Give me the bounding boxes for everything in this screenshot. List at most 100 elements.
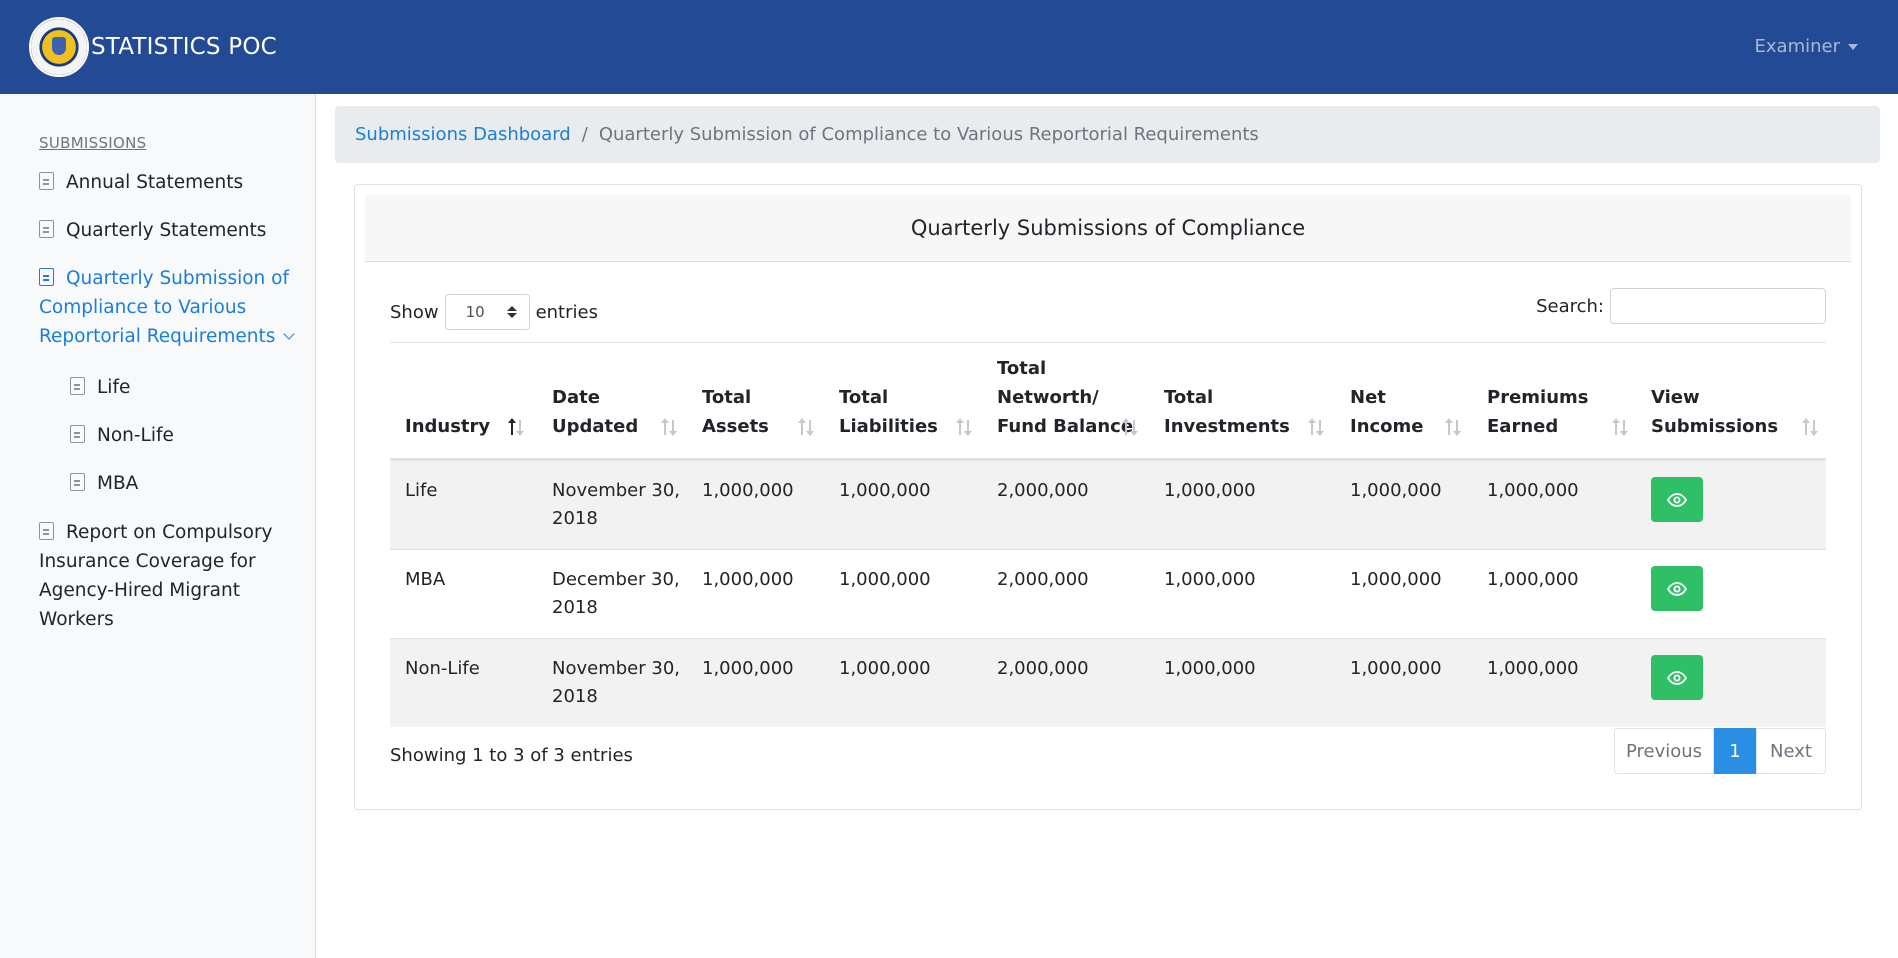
- column-header-line: Total: [702, 387, 752, 408]
- column-header-industry[interactable]: Industry: [405, 412, 490, 441]
- breadcrumb-separator: /: [581, 124, 588, 145]
- sidebar-item-non-life[interactable]: Non-Life: [70, 421, 174, 450]
- cell-investments: 1,000,000: [1164, 569, 1256, 590]
- column-header-line: Assets: [702, 416, 769, 437]
- top-navbar: STATISTICS POC Examiner: [0, 0, 1898, 94]
- user-menu-dropdown[interactable]: Examiner: [1755, 36, 1858, 57]
- column-header-date-updated[interactable]: Date Updated: [552, 383, 638, 441]
- table-search: Search:: [1536, 288, 1826, 324]
- cell-net-income: 1,000,000: [1350, 569, 1442, 590]
- submissions-table: Industry Date Updated Total Assets Total…: [390, 343, 1826, 727]
- cell-date-line: 2018: [552, 508, 598, 529]
- cell-date-updated: November 30, 2018: [552, 477, 680, 533]
- brand[interactable]: STATISTICS POC: [29, 17, 277, 77]
- table-info: Showing 1 to 3 of 3 entries: [390, 745, 633, 766]
- card-title: Quarterly Submissions of Compliance: [365, 195, 1851, 262]
- cell-premiums-earned: 1,000,000: [1487, 480, 1579, 501]
- sidebar-item-label-line2: Insurance Coverage for: [39, 551, 256, 572]
- agency-seal-logo: [29, 17, 89, 77]
- sidebar-item-mba[interactable]: MBA: [70, 469, 138, 498]
- cell-total-liabilities: 1,000,000: [839, 480, 931, 501]
- table-header: Industry Date Updated Total Assets Total…: [390, 343, 1826, 460]
- caret-down-icon: [1848, 43, 1858, 50]
- column-header-networth-fund-balance[interactable]: Total Networth/ Fund Balance: [997, 354, 1133, 441]
- cell-industry: Life: [405, 480, 438, 501]
- cell-total-assets: 1,000,000: [702, 569, 794, 590]
- cell-date-line: November 30,: [552, 658, 680, 679]
- cell-investments: 1,000,000: [1164, 658, 1256, 679]
- column-header-view-submissions[interactable]: View Submissions: [1651, 383, 1778, 441]
- show-label: Show: [390, 301, 439, 323]
- column-header-total-investments[interactable]: Total Investments: [1164, 383, 1290, 441]
- entries-length-control: Show 10 entries: [390, 294, 598, 330]
- sidebar-item-label-line4: Workers: [39, 609, 114, 630]
- sidebar-item-label-line3: Reportorial Requirements: [39, 326, 276, 347]
- sidebar-item-label: Annual Statements: [66, 172, 244, 193]
- table-row: MBA December 30, 2018 1,000,000 1,000,00…: [390, 549, 1826, 638]
- sidebar-item-life[interactable]: Life: [70, 373, 130, 402]
- column-header-line: Investments: [1164, 416, 1290, 437]
- column-header-line: Premiums: [1487, 387, 1589, 408]
- eye-icon: [1667, 492, 1687, 507]
- cell-total-liabilities: 1,000,000: [839, 658, 931, 679]
- column-header-line: Earned: [1487, 416, 1559, 437]
- select-arrows-icon: [506, 306, 517, 318]
- view-submissions-button[interactable]: [1651, 566, 1703, 611]
- document-icon: [39, 268, 54, 286]
- sort-icon: [798, 418, 814, 436]
- sort-icon: [1122, 418, 1138, 436]
- breadcrumb: Submissions Dashboard / Quarterly Submis…: [335, 106, 1880, 163]
- column-header-line: Total: [997, 358, 1047, 379]
- sidebar-item-label: MBA: [97, 473, 139, 494]
- view-submissions-button[interactable]: [1651, 655, 1703, 700]
- breadcrumb-link-dashboard[interactable]: Submissions Dashboard: [355, 124, 571, 145]
- cell-net-income: 1,000,000: [1350, 480, 1442, 501]
- sort-asc-icon: [508, 418, 524, 436]
- document-icon: [39, 172, 54, 190]
- cell-networth: 2,000,000: [997, 658, 1089, 679]
- sort-icon: [661, 418, 677, 436]
- column-header-premiums-earned[interactable]: Premiums Earned: [1487, 383, 1589, 441]
- document-icon: [70, 377, 85, 395]
- cell-networth: 2,000,000: [997, 480, 1089, 501]
- sort-icon: [1308, 418, 1324, 436]
- column-header-net-income[interactable]: Net Income: [1350, 383, 1424, 441]
- pagination-page-current[interactable]: 1: [1714, 728, 1756, 774]
- sidebar-item-label-line1: Report on Compulsory: [66, 522, 273, 543]
- column-header-line: Total: [839, 387, 889, 408]
- sidebar-item-label-line2: Compliance to Various: [39, 297, 247, 318]
- sort-icon: [956, 418, 972, 436]
- column-header-line: Income: [1350, 416, 1424, 437]
- sidebar-item-quarterly-compliance[interactable]: Quarterly Submission of Compliance to Va…: [39, 264, 296, 351]
- column-header-line: Networth/: [997, 387, 1099, 408]
- sidebar-item-quarterly-statements[interactable]: Quarterly Statements: [39, 216, 266, 245]
- sidebar-item-label-line1: Quarterly Submission of: [66, 268, 289, 289]
- cell-networth: 2,000,000: [997, 569, 1089, 590]
- entries-length-select[interactable]: 10: [444, 294, 530, 330]
- column-header-total-liabilities[interactable]: Total Liabilities: [839, 383, 938, 441]
- sidebar-heading: SUBMISSIONS: [39, 134, 147, 152]
- sidebar-item-annual-statements[interactable]: Annual Statements: [39, 168, 243, 197]
- cell-date-updated: November 30, 2018: [552, 655, 680, 711]
- column-header-total-assets[interactable]: Total Assets: [702, 383, 769, 441]
- cell-date-line: 2018: [552, 686, 598, 707]
- cell-date-line: 2018: [552, 597, 598, 618]
- sidebar-item-label: Life: [97, 377, 131, 398]
- cell-total-liabilities: 1,000,000: [839, 569, 931, 590]
- sidebar-item-compulsory-insurance-report[interactable]: Report on Compulsory Insurance Coverage …: [39, 518, 273, 634]
- cell-date-line: December 30,: [552, 569, 680, 590]
- entries-label: entries: [535, 301, 598, 323]
- column-header-line: Submissions: [1651, 416, 1779, 437]
- cell-total-assets: 1,000,000: [702, 658, 794, 679]
- sort-icon: [1802, 418, 1818, 436]
- cell-industry: Non-Life: [405, 658, 480, 679]
- entries-length-value: 10: [465, 303, 485, 321]
- view-submissions-button[interactable]: [1651, 477, 1703, 522]
- document-icon: [39, 522, 54, 540]
- cell-net-income: 1,000,000: [1350, 658, 1442, 679]
- column-header-line: Total: [1164, 387, 1214, 408]
- search-input[interactable]: [1610, 288, 1826, 324]
- pagination-next[interactable]: Next: [1756, 728, 1826, 774]
- eye-icon: [1667, 670, 1687, 685]
- pagination-previous[interactable]: Previous: [1614, 728, 1714, 774]
